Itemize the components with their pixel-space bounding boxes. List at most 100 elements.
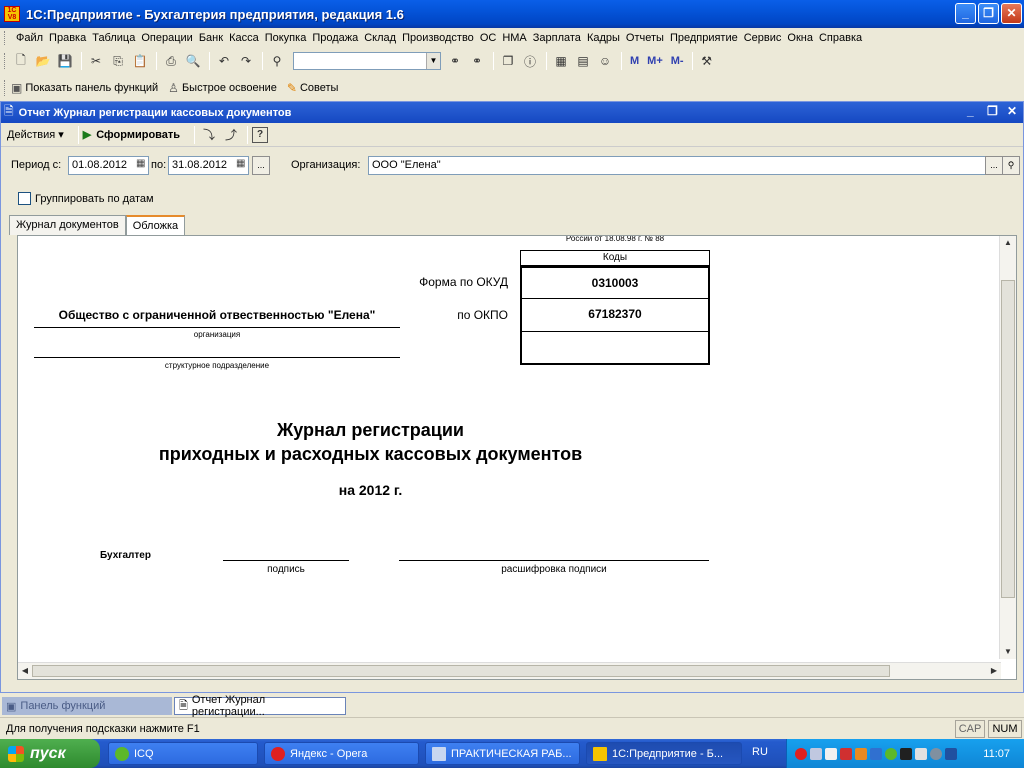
find-binoculars-icon[interactable]: ⚲ [267,51,287,71]
generate-button[interactable]: ▶ Сформировать [83,128,180,142]
menu-windows[interactable]: Окна [784,32,816,44]
security-icon[interactable] [840,747,852,760]
horizontal-scrollbar[interactable]: ◀ ▶ [18,662,1001,679]
icq-tray-icon[interactable] [885,747,897,760]
cut-icon[interactable]: ✂ [86,51,106,71]
tab-report-journal[interactable]: 🗎 Отчет Журнал регистрации... [174,694,346,718]
chevron-down-icon[interactable]: ▼ [426,53,440,69]
menu-enterprise[interactable]: Предприятие [667,32,741,44]
new-document-icon[interactable]: 🗋 [11,51,31,71]
antivirus-icon[interactable] [825,747,837,760]
windows-icon[interactable]: ❐ [498,51,518,71]
calendar-icon[interactable]: ▦ [136,158,145,169]
actions-menu-button[interactable]: Действия ▾ [7,128,64,141]
menu-intangibles[interactable]: НМА [499,32,529,44]
toolbar-separator [493,52,494,70]
menu-hr[interactable]: Кадры [584,32,623,44]
connection-icon[interactable] [870,747,882,760]
media-icon[interactable] [900,747,912,760]
opera-tray-icon[interactable] [795,747,807,760]
save-icon[interactable]: 💾 [55,51,75,71]
redo-icon[interactable]: ↷ [236,51,256,71]
task-opera[interactable]: Яндекс - Opera [264,742,419,765]
menu-warehouse[interactable]: Склад [361,32,399,44]
tab-function-panel[interactable]: ▣ Панель функций [2,697,172,715]
menu-file[interactable]: Файл [13,32,46,44]
organization-field[interactable]: ООО "Елена" [368,156,987,175]
close-icon[interactable]: ✕ [1007,104,1017,118]
undo-icon[interactable]: ↶ [214,51,234,71]
menu-edit[interactable]: Правка [46,32,89,44]
menu-table[interactable]: Таблица [89,32,138,44]
menu-grip[interactable] [4,31,7,45]
search-icon[interactable]: ⚲ [1002,156,1020,175]
horizontal-scroll-thumb[interactable] [32,665,890,677]
clock[interactable]: 11:07 [983,748,1010,760]
okpo-label: по ОКПО [457,308,508,322]
language-indicator[interactable]: RU [752,746,768,758]
print-icon[interactable]: ⎙ [161,51,181,71]
task-word[interactable]: ПРАКТИЧЕСКАЯ РАБ... [425,742,580,765]
tab-journal[interactable]: Журнал документов [9,215,126,235]
settings-icon[interactable]: ⤵ [199,125,219,145]
vertical-scrollbar[interactable]: ▲ ▼ [999,236,1016,659]
menu-help[interactable]: Справка [816,32,865,44]
menu-production[interactable]: Производство [399,32,477,44]
open-folder-icon[interactable]: 📂 [33,51,53,71]
tab-cover[interactable]: Обложка [125,215,186,235]
memory-add-button[interactable]: M+ [647,55,663,67]
menu-salary[interactable]: Зарплата [530,32,584,44]
memory-subtract-button[interactable]: M- [671,55,684,67]
1c-info-icon[interactable]: ⓘ [520,51,540,71]
scroll-right-icon[interactable]: ▶ [987,664,1001,678]
menu-reports[interactable]: Отчеты [623,32,667,44]
paste-icon[interactable]: 📋 [130,51,150,71]
volume-icon[interactable] [915,747,927,760]
task-icq[interactable]: ICQ [108,742,258,765]
memory-store-button[interactable]: M [630,55,639,67]
restore-button[interactable]: ❐ [978,3,999,24]
minimize-button[interactable]: _ [955,3,976,24]
show-function-panel-button[interactable]: ▣ Показать панель функций [11,81,158,95]
menu-purchase[interactable]: Покупка [262,32,310,44]
update-icon[interactable] [855,747,867,760]
tools-icon[interactable]: ⚒ [697,51,717,71]
menu-sales[interactable]: Продажа [309,32,361,44]
menu-service[interactable]: Сервис [741,32,785,44]
restore-icon[interactable]: ❐ [987,104,998,118]
find-next-icon[interactable]: ⚭ [445,51,465,71]
close-button[interactable]: ✕ [1001,3,1022,24]
shortcut-tray-icon[interactable] [945,747,957,760]
calculator-icon[interactable]: ▦ [551,51,571,71]
checkbox-box[interactable] [18,192,31,205]
scroll-up-icon[interactable]: ▲ [1001,236,1015,250]
minimize-icon[interactable]: _ [967,104,974,118]
find-prev-icon[interactable]: ⚭ [467,51,487,71]
copy-icon[interactable]: ⎘ [108,51,128,71]
network-icon[interactable] [810,747,822,760]
tips-button[interactable]: ✎ Советы [287,81,339,95]
menu-operations[interactable]: Операции [138,32,195,44]
organization-select-button[interactable]: ... [985,156,1003,175]
toolbar-grip[interactable] [4,80,7,96]
user-icon[interactable]: ☺ [595,51,615,71]
vertical-scroll-thumb[interactable] [1001,280,1015,598]
settings-tray-icon[interactable] [930,747,942,760]
menu-bank[interactable]: Банк [196,32,226,44]
start-button[interactable]: пуск [0,739,100,768]
help-button[interactable]: ? [252,126,269,143]
print-preview-icon[interactable]: 🔍 [183,51,203,71]
scroll-down-icon[interactable]: ▼ [1001,645,1015,659]
task-1c[interactable]: 1С:Предприятие - Б... [586,742,742,765]
group-by-dates-checkbox[interactable]: Группировать по датам [18,192,154,205]
menu-fixed-assets[interactable]: ОС [477,32,500,44]
history-icon[interactable]: ⤴ [221,125,241,145]
menu-cash[interactable]: Касса [226,32,262,44]
calendar-icon[interactable]: ▤ [573,51,593,71]
calendar-icon[interactable]: ▦ [236,158,245,169]
toolbar-grip[interactable] [4,53,7,69]
scroll-left-icon[interactable]: ◀ [18,664,32,678]
quick-learn-button[interactable]: ♙ Быстрое освоение [168,81,277,95]
period-select-button[interactable]: ... [252,156,270,175]
search-combo[interactable]: ▼ [293,52,441,70]
